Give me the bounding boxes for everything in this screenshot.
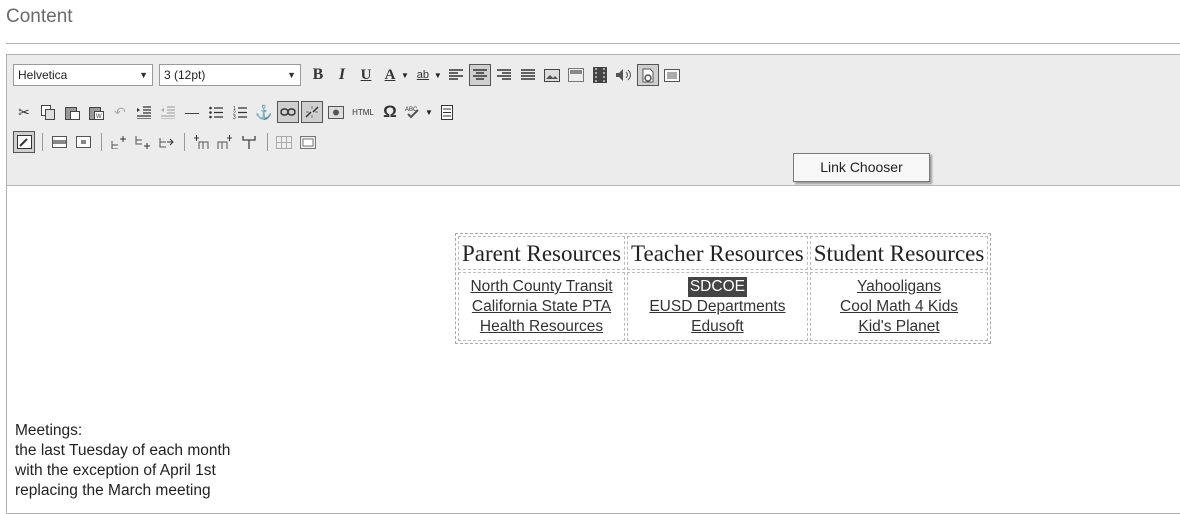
cut-icon[interactable]: ✂ — [13, 101, 35, 123]
link-eusd-departments[interactable]: EUSD Departments — [636, 297, 799, 317]
highlight-color-button[interactable]: ab — [412, 64, 434, 86]
meetings-line: with the exception of April 1st — [15, 462, 216, 479]
paste-word-icon[interactable]: W — [85, 101, 107, 123]
link-yahooligans[interactable]: Yahooligans — [819, 277, 980, 297]
underline-button[interactable]: U — [355, 64, 377, 86]
section-divider — [6, 43, 1180, 44]
align-center-icon[interactable] — [468, 64, 491, 86]
column-header-parent-resources: Parent Resources — [458, 236, 626, 270]
meetings-text: Meetings: the last Tuesday of each month… — [15, 421, 230, 501]
paste-icon[interactable] — [61, 101, 83, 123]
toolbar-separator — [42, 133, 43, 151]
chevron-down-icon[interactable]: ▼ — [434, 71, 442, 80]
teacher-resources-cell: SDCOE EUSD Departments Edusoft — [627, 272, 808, 341]
special-character-button[interactable]: Ω — [379, 101, 401, 123]
split-cells-icon[interactable] — [273, 131, 295, 153]
insert-row-after-icon[interactable] — [131, 131, 153, 153]
insert-widget-icon[interactable] — [325, 101, 347, 123]
insert-row-before-icon[interactable] — [107, 131, 129, 153]
link-california-state-pta[interactable]: California State PTA — [467, 297, 616, 317]
cell-properties-icon[interactable] — [72, 131, 94, 153]
link-north-county-transit[interactable]: North County Transit — [467, 277, 616, 297]
student-resources-cell: Yahooligans Cool Math 4 Kids Kid's Plane… — [809, 272, 989, 341]
row-properties-icon[interactable] — [48, 131, 70, 153]
svg-text:W: W — [96, 114, 102, 120]
table-header-row: Parent Resources Teacher Resources Stude… — [458, 236, 989, 270]
meetings-line: replacing the March meeting — [15, 482, 211, 499]
toolbar-row-1: Helvetica ▼ 3 (12pt) ▼ B I U A ▼ ab ▼ — [13, 62, 685, 88]
toolbar-row-2: ✂ W ↶ — 123 ⚓ HTML Ω ABC ▼ — [13, 99, 460, 125]
toolbar-separator — [101, 133, 102, 151]
horizontal-rule-icon[interactable]: — — [181, 101, 203, 123]
page-break-icon[interactable] — [436, 101, 458, 123]
embed-icon[interactable] — [661, 64, 683, 86]
link-chooser-tooltip: Link Chooser — [793, 153, 930, 182]
html-source-button[interactable]: HTML — [349, 101, 377, 123]
table-properties-icon[interactable] — [13, 131, 35, 153]
resources-table: Parent Resources Teacher Resources Stude… — [455, 233, 992, 344]
delete-column-icon[interactable] — [238, 131, 260, 153]
bulleted-list-icon[interactable] — [205, 101, 227, 123]
undo-icon[interactable]: ↶ — [109, 101, 131, 123]
rich-text-editor: Helvetica ▼ 3 (12pt) ▼ B I U A ▼ ab ▼ ✂ … — [6, 54, 1180, 514]
chevron-down-icon: ▼ — [287, 70, 296, 80]
unlink-icon[interactable] — [301, 101, 323, 123]
link-sdcoe[interactable]: SDCOE — [687, 277, 747, 297]
link-kids-planet[interactable]: Kid's Planet — [819, 317, 980, 337]
align-right-icon[interactable] — [493, 64, 515, 86]
insert-link-icon[interactable] — [277, 101, 299, 123]
editor-toolbar: Helvetica ▼ 3 (12pt) ▼ B I U A ▼ ab ▼ ✂ … — [7, 55, 1180, 186]
delete-row-icon[interactable] — [155, 131, 177, 153]
font-size-value: 3 (12pt) — [164, 68, 206, 82]
spellcheck-icon[interactable]: ABC — [403, 101, 425, 123]
link-chooser-icon[interactable] — [636, 64, 659, 86]
link-edusoft[interactable]: Edusoft — [636, 317, 799, 337]
audio-icon[interactable] — [613, 64, 635, 86]
italic-button[interactable]: I — [331, 64, 353, 86]
font-family-value: Helvetica — [18, 68, 68, 82]
link-health-resources[interactable]: Health Resources — [467, 317, 616, 337]
merge-cells-icon[interactable] — [297, 131, 319, 153]
outdent-icon[interactable] — [157, 101, 179, 123]
editor-content-area[interactable]: Parent Resources Teacher Resources Stude… — [7, 186, 1180, 513]
meetings-line: the last Tuesday of each month — [15, 442, 231, 459]
indent-icon[interactable] — [133, 101, 155, 123]
font-family-select[interactable]: Helvetica ▼ — [13, 64, 153, 86]
chevron-down-icon[interactable]: ▼ — [401, 71, 409, 80]
chevron-down-icon[interactable]: ▼ — [425, 108, 433, 117]
align-justify-icon[interactable] — [517, 64, 539, 86]
font-size-select[interactable]: 3 (12pt) ▼ — [159, 64, 301, 86]
video-icon[interactable] — [589, 64, 611, 86]
numbered-list-icon[interactable]: 123 — [229, 101, 251, 123]
flash-icon[interactable] — [565, 64, 587, 86]
parent-resources-cell: North County Transit California State PT… — [458, 272, 626, 341]
section-title: Content — [6, 6, 73, 27]
bold-button[interactable]: B — [307, 64, 329, 86]
image-icon[interactable] — [541, 64, 563, 86]
anchor-icon[interactable]: ⚓ — [253, 101, 275, 123]
column-header-student-resources: Student Resources — [809, 236, 989, 270]
font-color-button[interactable]: A — [379, 64, 401, 86]
toolbar-separator — [184, 133, 185, 151]
column-header-teacher-resources: Teacher Resources — [627, 236, 808, 270]
toolbar-separator — [267, 133, 268, 151]
table-row: North County Transit California State PT… — [458, 272, 989, 341]
align-left-icon[interactable] — [445, 64, 467, 86]
copy-icon[interactable] — [37, 101, 59, 123]
insert-column-after-icon[interactable] — [214, 131, 236, 153]
toolbar-row-3 — [13, 129, 321, 155]
chevron-down-icon: ▼ — [139, 70, 148, 80]
link-cool-math-4-kids[interactable]: Cool Math 4 Kids — [819, 297, 980, 317]
svg-text:3: 3 — [233, 115, 236, 119]
insert-column-before-icon[interactable] — [190, 131, 212, 153]
meetings-heading: Meetings: — [15, 422, 83, 439]
